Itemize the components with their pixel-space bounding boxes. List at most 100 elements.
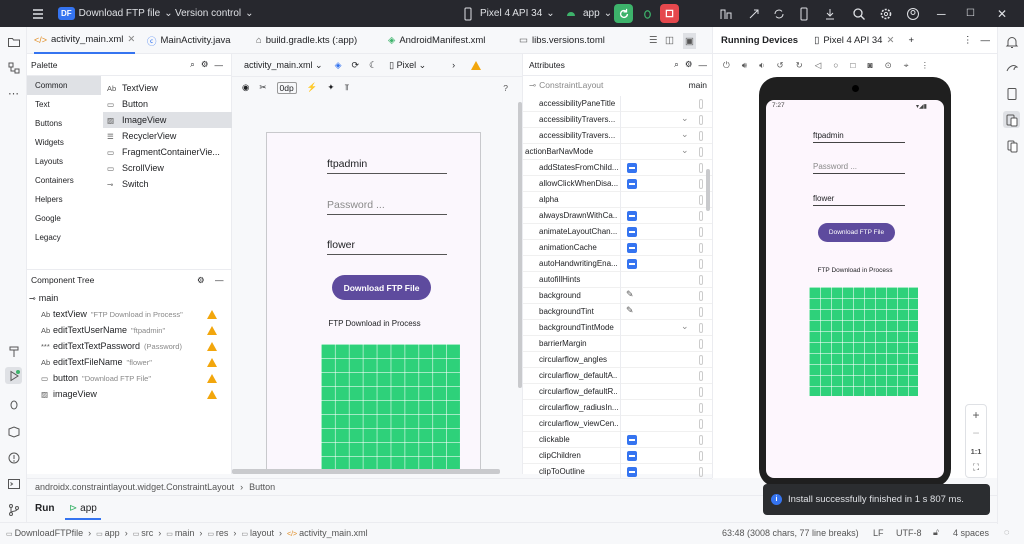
file-encoding[interactable]: UTF-8 [896, 528, 922, 538]
attribute-value[interactable]: ⌄ [620, 128, 698, 144]
category-containers[interactable]: Containers [27, 171, 101, 190]
gear-icon[interactable]: ⚙ [201, 59, 209, 70]
code-view-icon[interactable]: ☰ [649, 27, 658, 54]
volume-down-icon[interactable]: 🔉︎ [759, 60, 764, 71]
breadcrumb-button[interactable]: Button [249, 482, 275, 492]
palette-item-imageview[interactable]: ▨ ImageView [103, 112, 232, 128]
tree-node-main[interactable]: ⊸ main [27, 290, 232, 306]
attribute-value[interactable]: ⌄ [620, 320, 698, 336]
category-google[interactable]: Google [27, 209, 101, 228]
layout-file-selector[interactable]: activity_main.xml ⌄ [244, 60, 323, 71]
tab-android-manifest[interactable]: ◈ AndroidManifest.xml [388, 27, 485, 54]
rotate-right-icon[interactable]: ↻ [796, 60, 803, 71]
stop-button[interactable] [660, 4, 679, 23]
chevron-down-icon[interactable]: ⌄ [681, 129, 689, 140]
palette-item-switch[interactable]: ⊸ Switch [103, 176, 232, 192]
search-icon[interactable]: ⌕ [674, 59, 679, 70]
attribute-row[interactable]: background ✎ [523, 288, 713, 304]
attribute-value[interactable] [620, 448, 698, 464]
structure-icon[interactable] [5, 59, 22, 76]
palette-item-textview[interactable]: Ab TextView [103, 80, 232, 96]
maximize-icon[interactable]: ☐ [966, 0, 975, 27]
path-segment[interactable]: </> activity_main.xml [287, 528, 368, 538]
gear-icon[interactable] [878, 0, 894, 27]
attribute-options-icon[interactable] [699, 435, 703, 445]
download-button[interactable]: Download FTP File [818, 223, 895, 242]
layout-preview[interactable]: ftpadmin Password ... flower Download FT… [266, 132, 481, 474]
device-manager-icon[interactable] [1003, 85, 1020, 102]
design-view-icon[interactable]: ▣ [683, 33, 696, 49]
default-margin-field[interactable]: 0dp [276, 81, 297, 94]
device-preview-selector[interactable]: ▯ Pixel ⌄ [389, 60, 426, 71]
attribute-checkbox[interactable] [627, 467, 637, 477]
gear-icon[interactable]: ⚙ [685, 59, 693, 70]
category-widgets[interactable]: Widgets [27, 133, 101, 152]
minimize-icon[interactable]: — [981, 35, 991, 46]
attribute-value[interactable]: ✎ [620, 304, 698, 320]
attribute-options-icon[interactable] [699, 387, 703, 397]
warning-icon[interactable] [207, 310, 217, 319]
attribute-checkbox[interactable] [627, 259, 637, 269]
attribute-value[interactable]: ⌄ [620, 144, 698, 160]
attribute-options-icon[interactable] [699, 163, 703, 173]
attribute-row[interactable]: accessibilityTravers... ⌄ [523, 112, 713, 128]
attribute-options-icon[interactable] [699, 179, 703, 189]
attribute-row[interactable]: autofillHints [523, 272, 713, 288]
apply-changes-icon[interactable] [746, 0, 762, 27]
clear-constraints-icon[interactable]: ⚡ [307, 82, 318, 93]
attribute-row[interactable]: alwaysDrawnWithCa... [523, 208, 713, 224]
path-segment[interactable]: ▭ app [96, 528, 120, 538]
home-icon[interactable]: ○ [833, 60, 838, 70]
palette-item-button[interactable]: ▭ Button [103, 96, 232, 112]
device-screen[interactable]: 7:27 ▾◢▮ ftpadmin Password ... flower Do… [766, 100, 944, 478]
more-icon[interactable]: ⋯ [5, 85, 22, 102]
attribute-value[interactable] [620, 384, 698, 400]
split-view-icon[interactable]: ◫ [665, 27, 674, 54]
warning-icon[interactable] [471, 60, 482, 70]
attribute-checkbox[interactable] [627, 179, 637, 189]
device-mirroring-icon[interactable] [1003, 137, 1020, 154]
attribute-options-icon[interactable] [699, 115, 703, 125]
category-text[interactable]: Text [27, 95, 101, 114]
notification-toast[interactable]: i Install successfully finished in 1 s 8… [763, 484, 990, 515]
attribute-value[interactable] [620, 224, 698, 240]
attribute-value[interactable] [620, 272, 698, 288]
close-icon[interactable]: ✕ [997, 0, 1007, 27]
attribute-options-icon[interactable] [699, 371, 703, 381]
attribute-checkbox[interactable] [627, 163, 637, 173]
warning-icon[interactable] [207, 390, 217, 399]
image-view-preview[interactable] [321, 344, 460, 474]
username-field[interactable]: ftpadmin [813, 126, 905, 143]
volume-up-icon[interactable]: 🔊︎ [742, 60, 747, 71]
align-icon[interactable]: ⫪ [344, 82, 349, 93]
app-inspection-icon[interactable] [5, 423, 22, 440]
warning-icon[interactable] [207, 342, 217, 351]
debug-icon[interactable] [638, 4, 657, 23]
cursor-position[interactable]: 63:48 (3008 chars, 77 line breaks) [722, 528, 859, 538]
tab-main-activity[interactable]: ⓒ MainActivity.java [147, 27, 231, 54]
palette-item-recyclerview[interactable]: ☰ RecyclerView [103, 128, 232, 144]
eye-icon[interactable]: ◉ [242, 82, 249, 93]
zoom-out-icon[interactable]: − [966, 426, 986, 440]
path-segment[interactable]: ▭ DownloadFTPfile [6, 528, 83, 538]
attribute-row[interactable]: accessibilityPaneTitle [523, 96, 713, 112]
attribute-value[interactable] [620, 352, 698, 368]
night-mode-icon[interactable]: ☾ [369, 60, 377, 71]
sdk-manager-icon[interactable] [822, 0, 838, 27]
attribute-row[interactable]: circularflow_defaultR... [523, 384, 713, 400]
project-folder-icon[interactable] [5, 33, 22, 50]
minimize-icon[interactable]: ─ [937, 0, 946, 27]
attribute-row[interactable]: backgroundTintMode ⌄ [523, 320, 713, 336]
attribute-value[interactable] [620, 256, 698, 272]
tree-node[interactable]: Ab textView "FTP Download in Process" [27, 306, 232, 322]
warning-icon[interactable] [207, 374, 217, 383]
warning-icon[interactable] [207, 358, 217, 367]
attribute-value[interactable] [620, 208, 698, 224]
lock-icon[interactable]: 🔓︎ [933, 527, 939, 538]
record-icon[interactable]: ⊙ [885, 60, 892, 71]
attribute-value[interactable] [620, 400, 698, 416]
attribute-checkbox[interactable] [627, 451, 637, 461]
warning-icon[interactable] [207, 326, 217, 335]
attribute-row[interactable]: allowClickWhenDisa... [523, 176, 713, 192]
attribute-value[interactable] [620, 192, 698, 208]
